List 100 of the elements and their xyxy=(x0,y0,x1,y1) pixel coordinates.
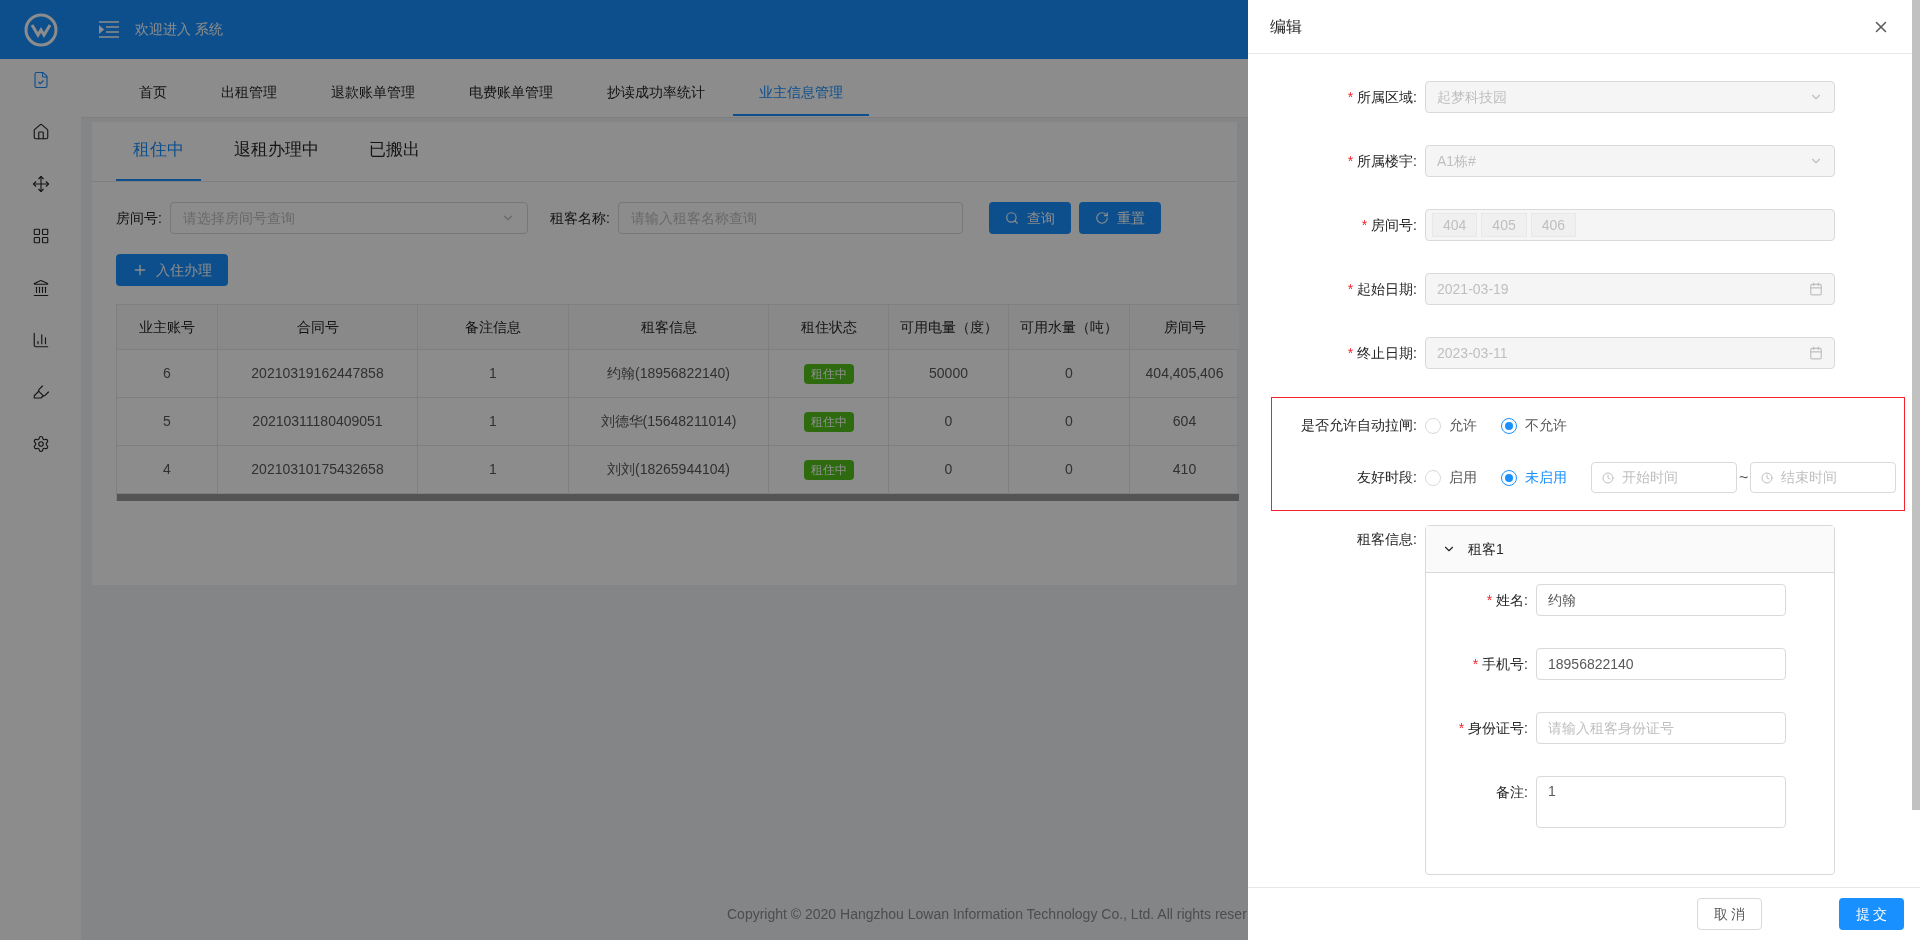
table-cell-text: 1 xyxy=(489,460,497,479)
nav-tab[interactable]: 首页 xyxy=(113,71,193,116)
table-cell-text: 0 xyxy=(1065,460,1073,479)
field-label: 租客信息: xyxy=(1356,530,1418,549)
nav-tab[interactable]: 出租管理 xyxy=(195,71,303,116)
nav-tab[interactable]: 退款账单管理 xyxy=(305,71,441,116)
required-mark: * xyxy=(1458,719,1465,738)
column-header: 备注信息 xyxy=(418,305,569,350)
search-button[interactable]: 查询 xyxy=(988,202,1071,234)
menu-indent-icon[interactable] xyxy=(99,20,119,39)
table-cell-text: 0 xyxy=(944,412,953,431)
required-mark: * xyxy=(1347,343,1354,363)
text-input-field[interactable]: 18956822140 xyxy=(1536,648,1786,680)
required-mark: * xyxy=(1472,655,1479,674)
field-label: 房间号: xyxy=(1371,215,1417,235)
end-time-field[interactable]: 结束时间 xyxy=(1750,462,1897,493)
required-mark: * xyxy=(1347,87,1354,107)
vertical-scrollbar[interactable] xyxy=(1912,0,1920,810)
column-header: 合同号 xyxy=(218,305,418,350)
nav-tab[interactable]: 抄读成功率统计 xyxy=(581,71,731,116)
bar-chart-icon[interactable] xyxy=(31,331,50,349)
field-label: 终止日期: xyxy=(1357,343,1417,363)
field-label: 所属楼宇: xyxy=(1357,151,1417,171)
drawer-title: 编辑 xyxy=(1270,16,1302,37)
column-header: 业主账号 xyxy=(117,305,218,350)
clock-icon xyxy=(1761,471,1774,484)
text-input-field[interactable]: 约翰 xyxy=(1536,584,1786,616)
required-mark: * xyxy=(1347,151,1354,171)
column-header: 可用电量（度） xyxy=(889,305,1009,350)
field-label: 手机号: xyxy=(1482,655,1528,674)
table-cell-text: 刘德华(15648211014) xyxy=(600,412,737,431)
status-tab[interactable]: 退租办理中 xyxy=(217,121,336,181)
table-cell-text: 0 xyxy=(1065,412,1073,431)
table-cell-text: 约翰(18956822140) xyxy=(607,364,730,383)
table-cell-text: 604 xyxy=(1172,412,1197,431)
column-header: 租客信息 xyxy=(569,305,769,350)
table-cell-text: 410 xyxy=(1172,460,1197,479)
table-cell-text: 1 xyxy=(489,412,497,431)
table-cell-text: 刘刘(18265944104) xyxy=(607,460,730,479)
settings-icon[interactable] xyxy=(31,435,50,453)
logo-icon xyxy=(23,12,58,47)
required-mark: * xyxy=(1347,279,1354,299)
table-cell-text: 5 xyxy=(163,412,171,431)
cancel-button[interactable]: 取 消 xyxy=(1697,898,1762,930)
table-cell-text: 6 xyxy=(163,364,171,383)
copyright-text: Copyright © 2020 Hangzhou Lowan Information Technology Co., Ltd. All rights reser xyxy=(727,904,1247,924)
required-mark: * xyxy=(1361,215,1368,235)
search-icon xyxy=(1004,211,1019,225)
calendar-icon xyxy=(1809,346,1823,360)
text-input-field[interactable]: 请输入租客身份证号 xyxy=(1536,712,1786,744)
radio-option[interactable]: 不允许 xyxy=(1501,415,1567,436)
table-cell-text: 0 xyxy=(944,460,953,479)
radio-option[interactable]: 允许 xyxy=(1425,415,1477,436)
field-label: 身份证号: xyxy=(1468,719,1528,738)
bank-icon[interactable] xyxy=(31,279,50,297)
status-tab[interactable]: 已搬出 xyxy=(352,121,437,181)
radio-option[interactable]: 未启用 xyxy=(1501,467,1567,488)
status-tab[interactable]: 租住中 xyxy=(116,121,201,181)
status-tag: 租住中 xyxy=(803,459,854,480)
move-arrows-icon[interactable] xyxy=(31,175,50,193)
panel-header[interactable]: 租客1 xyxy=(1426,526,1834,573)
column-header: 租住状态 xyxy=(769,305,889,350)
remark-textarea[interactable]: 1 xyxy=(1536,776,1786,828)
range-separator: ~ xyxy=(1738,467,1750,488)
field-label: 备注: xyxy=(1496,783,1528,802)
nav-tab[interactable]: 业主信息管理 xyxy=(733,71,869,116)
nav-tab[interactable]: 电费账单管理 xyxy=(443,71,579,116)
filter-label: 房间号: xyxy=(116,208,162,228)
calendar-icon xyxy=(1809,282,1823,296)
reset-button[interactable]: 重置 xyxy=(1078,202,1161,234)
table-cell-text: 20210311180409051 xyxy=(252,412,383,431)
header-title: 欢迎进入 系统 xyxy=(135,20,223,39)
home-icon[interactable] xyxy=(31,123,50,141)
column-header: 可用水量（吨） xyxy=(1009,305,1130,350)
plus-icon xyxy=(132,262,148,278)
start-time-field[interactable]: 开始时间 xyxy=(1591,462,1737,493)
status-tag: 租住中 xyxy=(803,411,854,432)
horizontal-scrollbar[interactable] xyxy=(117,494,1239,501)
check-in-button[interactable]: 入住办理 xyxy=(116,254,228,286)
highlighter-icon[interactable] xyxy=(31,383,50,401)
table-cell-text: 50000 xyxy=(929,364,968,383)
status-tag: 租住中 xyxy=(803,363,854,384)
field-label: 起始日期: xyxy=(1357,279,1417,299)
required-mark: * xyxy=(1486,591,1493,610)
clock-icon xyxy=(1602,471,1614,484)
table-cell-text: 20210319162447858 xyxy=(251,364,384,383)
field-label: 姓名: xyxy=(1496,591,1528,610)
document-check-icon[interactable] xyxy=(31,71,50,89)
filter-label: 租客名称: xyxy=(549,208,610,228)
submit-button[interactable]: 提 交 xyxy=(1839,898,1904,930)
table-cell-text: 4 xyxy=(163,460,171,479)
table-cell-text: 20210310175432658 xyxy=(251,460,384,479)
grid-icon[interactable] xyxy=(31,227,50,245)
reset-icon xyxy=(1094,211,1109,225)
radio-option[interactable]: 启用 xyxy=(1425,467,1477,488)
table-cell-text: 404,405,406 xyxy=(1145,364,1224,383)
field-label: 友好时段: xyxy=(1356,468,1418,487)
field-label: 所属区域: xyxy=(1357,87,1417,107)
table-cell-text: 0 xyxy=(1065,364,1073,383)
field-label: 是否允许自动拉闸: xyxy=(1300,416,1418,435)
